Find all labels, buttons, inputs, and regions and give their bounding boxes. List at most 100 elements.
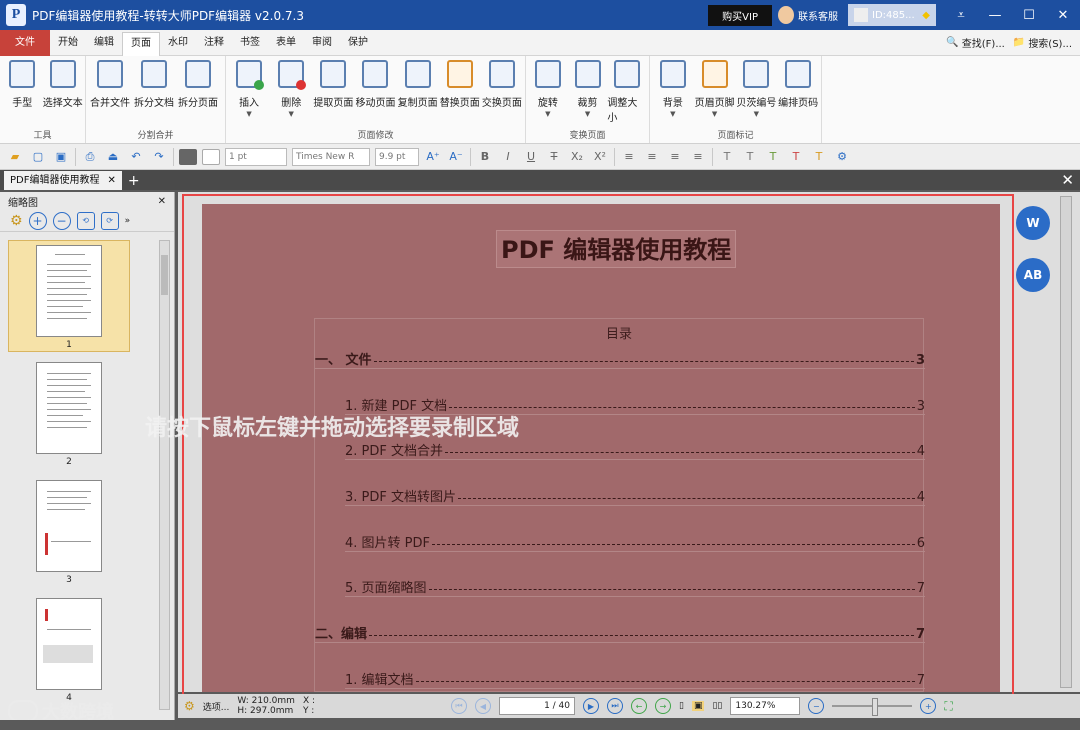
thumbnail-page[interactable]: 3 xyxy=(8,476,130,588)
pdf-to-word-icon[interactable]: W xyxy=(1016,206,1050,240)
tab-form[interactable]: 表单 xyxy=(268,30,304,56)
pdf-page[interactable]: PDF 编辑器使用教程 目录 一、 文件 3 1. 新建 PDF 文档 3 2. P… xyxy=(202,204,1000,692)
text-color-orange-icon[interactable]: T xyxy=(810,149,828,165)
prev-page-icon[interactable]: ◀ xyxy=(475,698,491,714)
scanner-icon[interactable]: ⏏ xyxy=(104,149,122,165)
toc-entry[interactable]: 2. PDF 文档合并 4 xyxy=(345,440,925,460)
toc-entry[interactable]: 二、编辑 7 xyxy=(315,623,925,643)
page-input[interactable]: 1 / 40 xyxy=(499,697,575,715)
subscript-icon[interactable]: X₂ xyxy=(568,149,586,165)
toc-entry[interactable]: 一、 文件 3 xyxy=(315,349,925,369)
maximize-button[interactable]: ☐ xyxy=(1012,8,1046,23)
document-tab[interactable]: PDF编辑器使用教程 ✕ xyxy=(4,171,122,190)
user-account[interactable]: ID:485... ◆ xyxy=(848,4,936,26)
find-button[interactable]: 🔍 查找(F)... xyxy=(946,35,1005,50)
zoom-out-icon[interactable]: − xyxy=(52,211,71,230)
new-file-icon[interactable]: ▢ xyxy=(29,149,47,165)
thumbnail-page[interactable]: 4 xyxy=(8,594,130,706)
tab-watermark[interactable]: 水印 xyxy=(160,30,196,56)
toc-entry[interactable]: 3. PDF 文档转图片 4 xyxy=(345,486,925,506)
close-tab-icon[interactable]: ✕ xyxy=(107,171,115,190)
close-document-icon[interactable]: ✕ xyxy=(1061,170,1074,190)
user-id: ID:485... xyxy=(872,9,915,21)
font-family-select[interactable]: Times New R xyxy=(292,147,370,166)
tab-protect[interactable]: 保护 xyxy=(340,30,376,56)
single-page-view-icon[interactable]: ▯ xyxy=(679,701,684,711)
underline-icon[interactable]: U xyxy=(522,149,540,165)
zoom-in-icon[interactable]: + xyxy=(28,211,47,230)
align-right-icon[interactable]: ≡ xyxy=(666,149,684,165)
toc-entry[interactable]: 4. 图片转 PDF 6 xyxy=(345,532,925,552)
close-panel-icon[interactable]: ✕ xyxy=(158,196,166,207)
text-highlight-icon[interactable]: T xyxy=(741,149,759,165)
italic-icon[interactable]: I xyxy=(499,149,517,165)
fill-color-icon[interactable] xyxy=(179,148,197,165)
redo-icon[interactable]: ↷ xyxy=(150,149,168,165)
tab-file[interactable]: 文件 xyxy=(0,29,50,56)
scrollbar-thumb[interactable] xyxy=(161,255,168,295)
forward-icon[interactable]: → xyxy=(655,698,671,714)
text-style-icon[interactable]: T xyxy=(718,149,736,165)
font-increase-icon[interactable]: A⁺ xyxy=(424,149,442,165)
zoom-out-icon[interactable]: − xyxy=(808,698,825,714)
zoom-in-icon[interactable]: + xyxy=(920,698,937,714)
zoom-slider[interactable] xyxy=(832,698,913,716)
back-icon[interactable]: ← xyxy=(631,698,647,714)
toc-entry[interactable]: 5. 页面缩略图 7 xyxy=(345,577,925,597)
next-page-icon[interactable]: ▶ xyxy=(583,698,599,714)
group-label-page-modify: 页面修改 xyxy=(357,131,394,141)
toc-entry[interactable]: 1. 编辑文档 7 xyxy=(345,669,925,689)
contact-service-button[interactable]: 联系客服 xyxy=(778,6,838,24)
align-justify-icon[interactable]: ≡ xyxy=(689,149,707,165)
undo-icon[interactable]: ↶ xyxy=(127,149,145,165)
line-width-select[interactable]: 1 pt xyxy=(225,147,287,166)
zoom-select[interactable]: 130.27% xyxy=(730,697,801,715)
tab-page[interactable]: 页面 xyxy=(122,31,160,56)
mode-select[interactable]: 选项... xyxy=(203,700,230,713)
stroke-color-icon[interactable] xyxy=(202,148,220,165)
tab-review[interactable]: 审阅 xyxy=(304,30,340,56)
close-button[interactable]: ✕ xyxy=(1046,8,1080,23)
replace-label: 替换页面 xyxy=(439,98,480,109)
swap-label: 交换页面 xyxy=(481,98,522,109)
settings-gear-icon[interactable]: ⚙ xyxy=(184,699,195,713)
two-page-view-icon[interactable]: ▯▯ xyxy=(712,701,722,711)
last-page-icon[interactable]: ⏭ xyxy=(607,698,623,714)
toc-page: 7 xyxy=(915,627,925,642)
first-page-icon[interactable]: ⏮ xyxy=(451,698,467,714)
more-options-icon[interactable]: » xyxy=(125,216,131,226)
align-left-icon[interactable]: ≡ xyxy=(620,149,638,165)
fit-screen-icon[interactable]: ⛶ xyxy=(944,699,952,714)
save-icon[interactable]: ▣ xyxy=(52,149,70,165)
rotate-right-icon[interactable]: ⟳ xyxy=(100,211,119,230)
font-decrease-icon[interactable]: A⁻ xyxy=(447,149,465,165)
text-color-red-icon[interactable]: T xyxy=(787,149,805,165)
print-icon[interactable]: ⎙ xyxy=(81,149,99,165)
fit-page-view-icon[interactable]: ▣ xyxy=(691,701,705,711)
thumbnail-page[interactable]: 2 xyxy=(8,358,130,470)
text-settings-icon[interactable]: ⚙ xyxy=(833,149,851,165)
thumbnail-scrollbar[interactable] xyxy=(159,240,170,710)
minimize-button[interactable]: — xyxy=(978,8,1012,23)
open-folder-icon[interactable]: ▰ xyxy=(6,149,24,165)
buy-vip-button[interactable]: 购买VIP xyxy=(708,4,772,26)
viewer-scrollbar[interactable] xyxy=(1060,196,1072,688)
thumbnail-page[interactable]: 1 xyxy=(8,240,130,352)
options-dropdown-icon[interactable]: ⩡ xyxy=(944,8,978,23)
bold-icon[interactable]: B xyxy=(476,149,494,165)
settings-gear-icon[interactable]: ⚙ xyxy=(10,213,23,229)
text-color-green-icon[interactable]: T xyxy=(764,149,782,165)
translate-icon[interactable]: AB xyxy=(1016,258,1050,292)
insert-icon xyxy=(236,60,265,90)
rotate-left-icon[interactable]: ⟲ xyxy=(76,211,95,230)
strikethrough-icon[interactable]: T xyxy=(545,149,563,165)
tab-annotate[interactable]: 注释 xyxy=(196,30,232,56)
superscript-icon[interactable]: X² xyxy=(591,149,609,165)
align-center-icon[interactable]: ≡ xyxy=(643,149,661,165)
add-tab-icon[interactable]: + xyxy=(128,172,140,190)
search-button[interactable]: 📁 搜索(S)... xyxy=(1013,35,1072,50)
tab-bookmark[interactable]: 书签 xyxy=(232,30,268,56)
tab-start[interactable]: 开始 xyxy=(50,30,86,56)
tab-edit[interactable]: 编辑 xyxy=(86,30,122,56)
font-size-select[interactable]: 9.9 pt xyxy=(375,147,419,166)
